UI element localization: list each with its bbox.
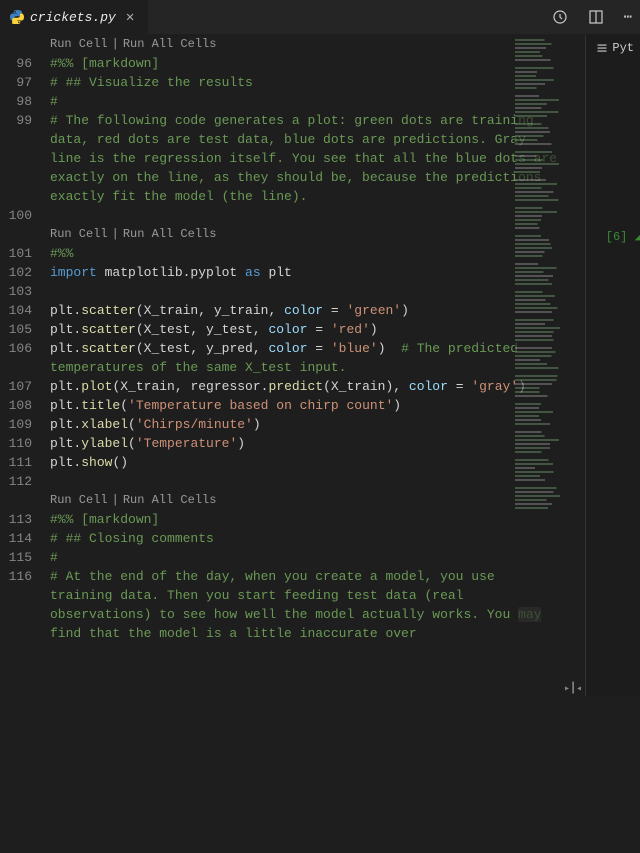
language-label: Pyt [612,41,634,55]
code-line[interactable]: 105plt.scatter(X_test, y_test, color = '… [0,320,562,339]
more-actions-icon[interactable]: ⋯ [624,9,632,26]
line-number: 96 [0,54,50,73]
split-handle-icon[interactable]: ▸┃◂ [564,683,584,691]
tab-close-icon[interactable]: ✕ [122,9,138,26]
editor-main: Run Cell|Run All Cells96#%% [markdown]97… [0,35,640,696]
right-panel: Pyt [6] ◢ [585,35,640,696]
line-content [50,472,562,491]
code-line[interactable]: 110plt.ylabel('Temperature') [0,434,562,453]
code-line[interactable]: 103 [0,282,562,301]
line-content: Run Cell|Run All Cells [50,225,562,244]
code-line[interactable]: Run Cell|Run All Cells [0,225,562,244]
python-file-icon [10,10,24,24]
line-content: plt.scatter(X_test, y_test, color = 'red… [50,320,562,339]
line-content [50,282,562,301]
menu-icon [596,42,608,54]
line-number: 100 [0,206,50,225]
line-content: #%% [markdown] [50,510,562,529]
code-line[interactable]: 102import matplotlib.pyplot as plt [0,263,562,282]
line-content: plt.scatter(X_train, y_train, color = 'g… [50,301,562,320]
line-number: 114 [0,529,50,548]
code-line[interactable]: Run Cell|Run All Cells [0,491,562,510]
cell-execution-indicator: [6] ◢ [606,230,640,244]
line-content: plt.title('Temperature based on chirp co… [50,396,562,415]
tab-bar-actions: ⋯ [552,9,640,26]
line-number: 110 [0,434,50,453]
line-number [0,491,50,510]
code-line[interactable]: 111plt.show() [0,453,562,472]
line-content: plt.xlabel('Chirps/minute') [50,415,562,434]
line-content: # The following code generates a plot: g… [50,111,562,206]
editor-app: crickets.py ✕ ⋯ Run Cell|Run All Cells96… [0,0,640,696]
line-number: 101 [0,244,50,263]
code-line[interactable]: 108plt.title('Temperature based on chirp… [0,396,562,415]
line-number: 112 [0,472,50,491]
code-line[interactable]: Run Cell|Run All Cells [0,35,562,54]
line-number: 113 [0,510,50,529]
code-line[interactable]: 96#%% [markdown] [0,54,562,73]
line-number: 99 [0,111,50,206]
line-number: 116 [0,567,50,643]
line-number: 109 [0,415,50,434]
line-content: # ## Closing comments [50,529,562,548]
line-content [50,206,562,225]
line-content: import matplotlib.pyplot as plt [50,263,562,282]
line-content: plt.ylabel('Temperature') [50,434,562,453]
code-line[interactable]: 99# The following code generates a plot:… [0,111,562,206]
minimap[interactable] [515,35,580,696]
line-content: # At the end of the day, when you create… [50,567,562,643]
line-number [0,225,50,244]
line-content: Run Cell|Run All Cells [50,491,562,510]
codelens[interactable]: Run Cell|Run All Cells [50,225,560,244]
line-number: 107 [0,377,50,396]
code-line[interactable]: 101#%% [0,244,562,263]
code-line[interactable]: 106plt.scatter(X_test, y_pred, color = '… [0,339,562,377]
tab-filename: crickets.py [30,10,116,25]
file-tab[interactable]: crickets.py ✕ [0,0,148,35]
code-line[interactable]: 115# [0,548,562,567]
line-number: 108 [0,396,50,415]
line-content: plt.scatter(X_test, y_pred, color = 'blu… [50,339,562,377]
code-line[interactable]: 107plt.plot(X_train, regressor.predict(X… [0,377,562,396]
compare-icon[interactable] [552,9,568,25]
code-line[interactable]: 116# At the end of the day, when you cre… [0,567,562,643]
right-panel-header[interactable]: Pyt [586,35,640,61]
split-editor-icon[interactable] [588,9,604,25]
code-line[interactable]: 98# [0,92,562,111]
line-content: #%% [markdown] [50,54,562,73]
line-number: 105 [0,320,50,339]
line-content: # [50,548,562,567]
line-number: 104 [0,301,50,320]
line-content: # [50,92,562,111]
line-number: 97 [0,73,50,92]
line-number: 102 [0,263,50,282]
line-number: 98 [0,92,50,111]
code-line[interactable]: 113#%% [markdown] [0,510,562,529]
code-line[interactable]: 109plt.xlabel('Chirps/minute') [0,415,562,434]
line-content: # ## Visualize the results [50,73,562,92]
codelens[interactable]: Run Cell|Run All Cells [50,35,560,54]
code-line[interactable]: 114# ## Closing comments [0,529,562,548]
line-content: plt.show() [50,453,562,472]
tab-bar: crickets.py ✕ ⋯ [0,0,640,35]
code-line[interactable]: 112 [0,472,562,491]
line-content: #%% [50,244,562,263]
line-number: 111 [0,453,50,472]
code-line[interactable]: 97# ## Visualize the results [0,73,562,92]
line-number: 106 [0,339,50,377]
codelens[interactable]: Run Cell|Run All Cells [50,491,560,510]
line-number [0,35,50,54]
line-number: 103 [0,282,50,301]
line-content: Run Cell|Run All Cells [50,35,562,54]
line-content: plt.plot(X_train, regressor.predict(X_tr… [50,377,562,396]
code-line[interactable]: 100 [0,206,562,225]
line-number: 115 [0,548,50,567]
code-line[interactable]: 104plt.scatter(X_train, y_train, color =… [0,301,562,320]
